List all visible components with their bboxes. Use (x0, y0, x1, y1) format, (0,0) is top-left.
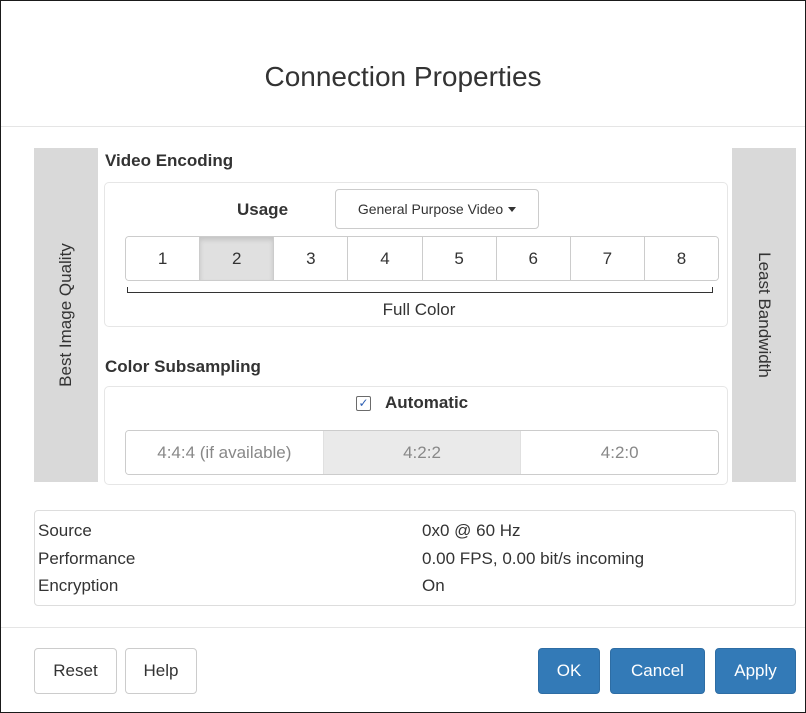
least-bandwidth-label: Least Bandwidth (755, 252, 775, 378)
caret-down-icon (508, 206, 517, 212)
automatic-option[interactable]: ✓ Automatic (356, 393, 468, 413)
subsampling-420-button[interactable]: 4:2:0 (520, 431, 718, 474)
usage-dropdown[interactable]: General Purpose Video (335, 189, 539, 229)
subsampling-group: 4:4:4 (if available) 4:2:2 4:2:0 (125, 430, 719, 475)
usage-label: Usage (237, 200, 289, 219)
info-value: 0x0 @ 60 Hz (422, 521, 521, 540)
cancel-button[interactable]: Cancel (610, 648, 705, 694)
subsampling-444-button[interactable]: 4:4:4 (if available) (126, 431, 323, 474)
subsampling-422-button[interactable]: 4:2:2 (322, 431, 521, 474)
checkmark-icon: ✓ (358, 396, 369, 410)
least-bandwidth-bar: Least Bandwidth (732, 148, 796, 482)
full-color-range-bracket (127, 287, 713, 293)
info-label: Performance (38, 549, 136, 568)
level-button-1[interactable]: 1 (126, 237, 200, 280)
automatic-checkbox[interactable]: ✓ (356, 395, 371, 411)
connection-properties-dialog: Connection Properties Best Image Quality… (0, 0, 806, 713)
best-image-quality-bar: Best Image Quality (34, 148, 98, 482)
automatic-label: Automatic (385, 393, 469, 412)
footer-divider (1, 627, 805, 628)
dialog-title: Connection Properties (264, 60, 542, 92)
level-button-4[interactable]: 4 (347, 237, 422, 280)
level-button-2[interactable]: 2 (199, 237, 274, 280)
usage-selected-value: General Purpose Video (357, 201, 504, 217)
info-value: On (422, 576, 445, 595)
level-button-7[interactable]: 7 (569, 237, 644, 280)
info-value: 0.00 FPS, 0.00 bit/s incoming (422, 549, 645, 568)
level-button-8[interactable]: 8 (643, 237, 718, 280)
apply-button[interactable]: Apply (715, 648, 796, 694)
best-image-quality-label: Best Image Quality (56, 243, 75, 387)
level-button-3[interactable]: 3 (273, 237, 348, 280)
help-button[interactable]: Help (125, 648, 197, 694)
encoding-level-group: 1 2 3 4 5 6 7 8 (125, 236, 719, 281)
level-button-5[interactable]: 5 (421, 237, 496, 280)
info-label: Source (38, 521, 92, 540)
dialog-header: Connection Properties (1, 1, 805, 127)
color-subsampling-heading: Color Subsampling (105, 357, 261, 376)
video-encoding-heading: Video Encoding (105, 151, 234, 170)
info-label: Encryption (38, 576, 119, 595)
full-color-caption: Full Color (382, 300, 456, 319)
level-button-6[interactable]: 6 (495, 237, 570, 280)
connection-info-panel: Source 0x0 @ 60 Hz Performance 0.00 FPS,… (34, 510, 796, 606)
ok-button[interactable]: OK (538, 648, 600, 694)
reset-button[interactable]: Reset (34, 648, 117, 694)
